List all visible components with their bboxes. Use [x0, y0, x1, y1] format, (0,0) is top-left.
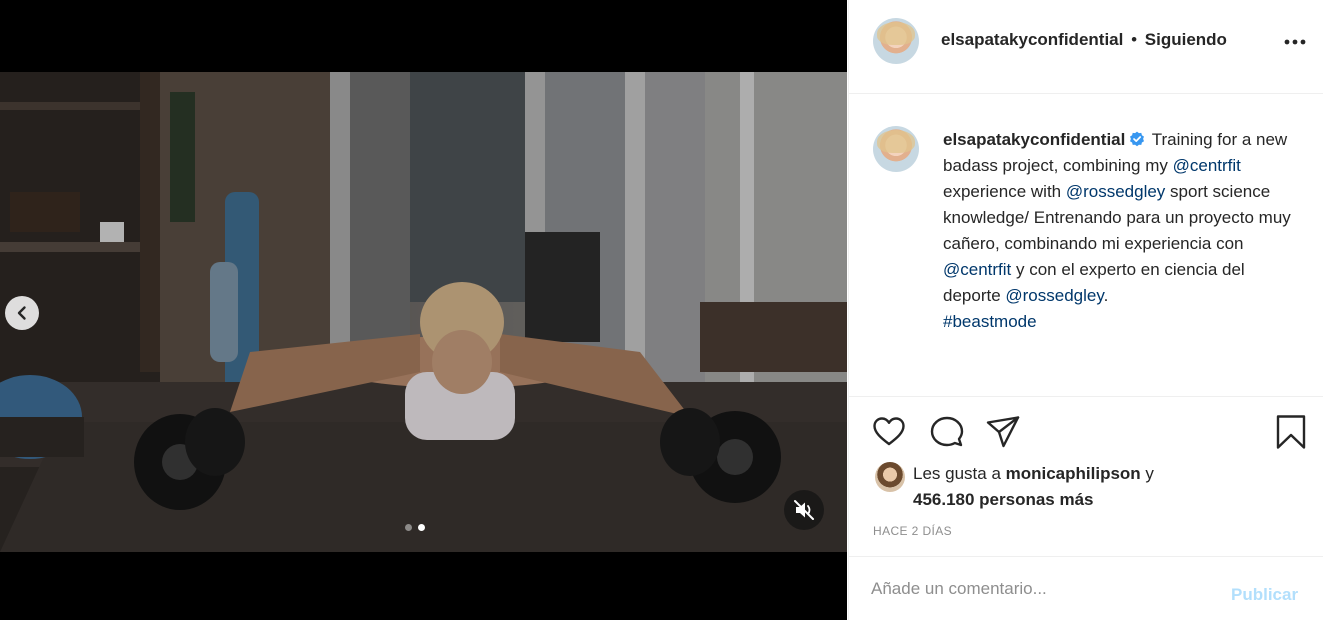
caption-text: elsapatakyconfidential Training for a ne…	[943, 127, 1298, 335]
post-author-line: elsapatakyconfidential • Siguiendo	[941, 30, 1227, 50]
speaker-muted-icon	[794, 500, 814, 520]
more-options-icon[interactable]	[1281, 30, 1309, 54]
mention-link-rossedgley[interactable]: @rossedgley	[1005, 286, 1103, 305]
post-caption: elsapatakyconfidential Training for a ne…	[849, 94, 1323, 394]
video-frame-illustration	[0, 72, 847, 552]
verified-badge-icon	[1130, 131, 1145, 147]
post-details-panel: elsapatakyconfidential • Siguiendo elsap…	[848, 0, 1323, 620]
publish-button[interactable]: Publicar	[1231, 585, 1298, 605]
mention-link-centrfit[interactable]: @centrfit	[1173, 156, 1241, 175]
bookmark-icon[interactable]	[1273, 414, 1309, 450]
comment-bar: Publicar	[849, 556, 1323, 620]
post-video[interactable]	[0, 72, 847, 552]
likes-text: Les gusta a monicaphilipson y 456.180 pe…	[913, 461, 1273, 513]
follow-status-button[interactable]: Siguiendo	[1145, 30, 1227, 49]
post-media	[0, 0, 847, 620]
likes-connector: y	[1140, 464, 1154, 483]
post-header: elsapatakyconfidential • Siguiendo	[849, 0, 1323, 94]
carousel-dot-1	[405, 524, 412, 531]
likes-summary: Les gusta a monicaphilipson y 456.180 pe…	[849, 456, 1323, 520]
post-actions-bar	[849, 396, 1323, 456]
separator-dot: •	[1131, 30, 1138, 49]
chevron-left-icon	[17, 306, 26, 320]
carousel-indicator	[405, 524, 425, 531]
heart-icon[interactable]	[871, 414, 907, 450]
likes-prefix: Les gusta a	[913, 464, 1006, 483]
mention-link-rossedgley[interactable]: @rossedgley	[1066, 182, 1165, 201]
caption-username-link[interactable]: elsapatakyconfidential	[943, 130, 1125, 149]
liker-avatar[interactable]	[875, 462, 905, 492]
avatar[interactable]	[873, 126, 919, 172]
author-username-link[interactable]: elsapatakyconfidential	[941, 30, 1123, 49]
share-icon[interactable]	[985, 414, 1021, 450]
comment-input[interactable]	[871, 575, 1211, 603]
liker-username-link[interactable]: monicaphilipson	[1006, 464, 1141, 483]
likes-count-link[interactable]: 456.180 personas más	[913, 490, 1094, 509]
carousel-dot-2-active	[418, 524, 425, 531]
caption-segment: experience with	[943, 182, 1066, 201]
comment-icon[interactable]	[929, 414, 965, 450]
caption-segment: .	[1103, 286, 1109, 305]
post-timestamp[interactable]: HACE 2 DÍAS	[873, 524, 952, 538]
avatar[interactable]	[873, 18, 919, 64]
previous-slide-button[interactable]	[5, 296, 39, 330]
hashtag-link[interactable]: #beastmode	[943, 312, 1037, 331]
mute-toggle-button[interactable]	[784, 490, 824, 530]
mention-link-centrfit[interactable]: @centrfit	[943, 260, 1011, 279]
